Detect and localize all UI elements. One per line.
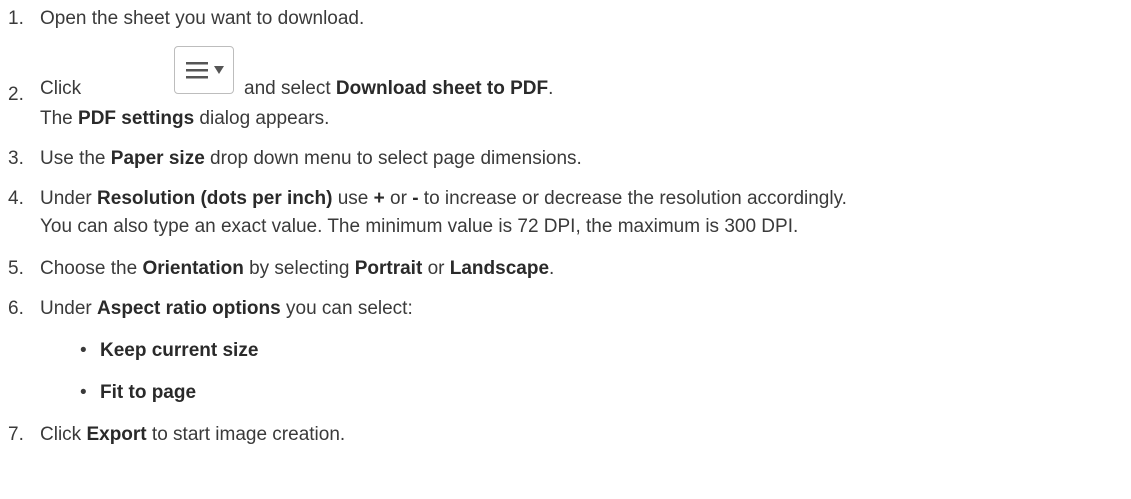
hamburger-menu-icon [186, 62, 224, 79]
sheet-menu-button[interactable] [174, 46, 234, 94]
download-sheet-to-pdf-label: Download sheet to PDF [335, 78, 549, 99]
step-text: Open the sheet you want to download. [40, 8, 365, 29]
chevron-down-icon [214, 66, 224, 74]
step-number: 4. [8, 188, 24, 209]
step-number: 3. [8, 148, 24, 169]
step-number: 7. [8, 424, 24, 445]
pdf-settings-label: PDF settings [78, 108, 195, 129]
step-text-continued: and select Download sheet to PDF. [244, 78, 554, 99]
step-number: 5. [8, 258, 24, 279]
step-number: 6. [8, 298, 24, 319]
step-number: 2. [8, 84, 24, 105]
step-text: Click [40, 78, 82, 99]
step-number: 1. [8, 8, 24, 29]
